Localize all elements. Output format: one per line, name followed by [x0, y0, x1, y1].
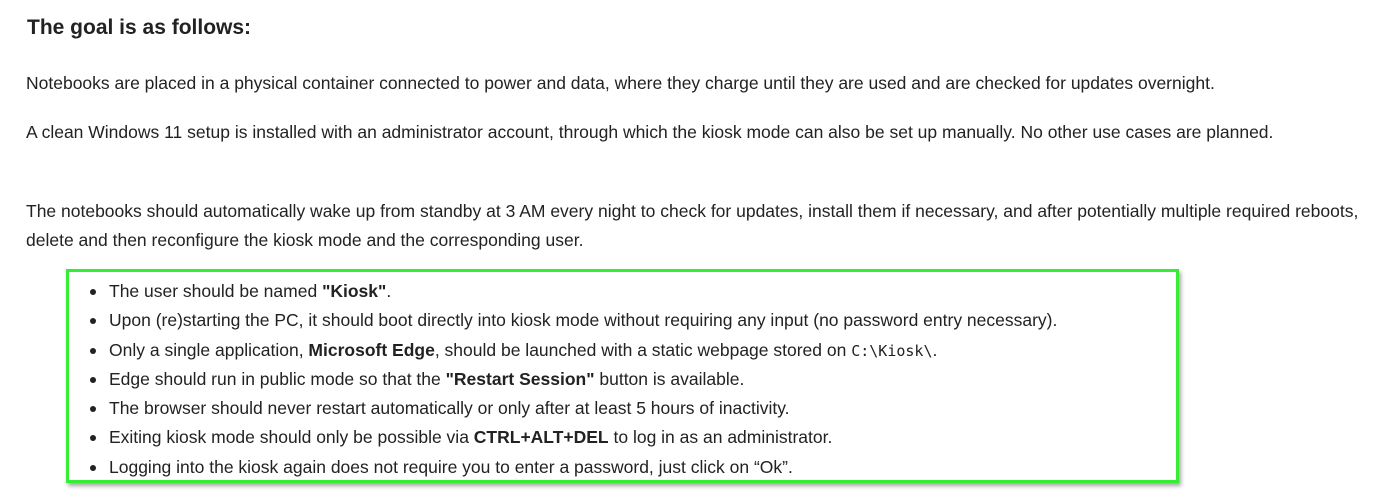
paragraph-windows-setup: A clean Windows 11 setup is installed wi…: [26, 122, 1274, 142]
bullet-icon: [90, 464, 96, 471]
requirement-text: The user should be named: [109, 281, 323, 301]
requirement-text: .: [386, 281, 392, 301]
paragraph-container-setup: Notebooks are placed in a physical conta…: [26, 73, 1215, 93]
requirement-path-code: C:\Kiosk\: [851, 341, 933, 360]
bullet-icon: [90, 318, 96, 325]
requirement-autoboot: Upon (re)starting the PC, it should boot…: [69, 306, 1057, 335]
requirement-user-name: The user should be named "Kiosk".: [69, 277, 1057, 306]
bullet-icon: [90, 289, 96, 295]
paragraph-nightly-updates: The notebooks should automatically wake …: [26, 201, 1359, 250]
requirement-text: button is available.: [594, 368, 745, 389]
requirement-exit-kiosk: Exiting kiosk mode should only be possib…: [69, 423, 1057, 452]
requirement-text: .: [932, 339, 938, 360]
article-content: The goal is as follows: Notebooks are pl…: [0, 0, 1383, 490]
section-heading: The goal is as follows:: [27, 16, 252, 39]
requirement-emphasis: "Kiosk": [322, 281, 387, 301]
requirement-browser-restart: The browser should never restart automat…: [69, 394, 1057, 423]
bullet-icon: [90, 376, 96, 383]
requirement-text: to log in as an administrator.: [608, 427, 833, 448]
requirement-text: Upon (re)starting the PC, it should boot…: [109, 310, 1058, 331]
requirement-emphasis: CTRL+ALT+DEL: [473, 427, 609, 448]
requirement-single-app: Only a single application, Microsoft Edg…: [69, 336, 1057, 365]
requirements-highlight-box: The user should be named "Kiosk". Upon (…: [66, 269, 1179, 483]
requirement-text: Edge should run in public mode so that t…: [109, 368, 446, 389]
requirement-text: Exiting kiosk mode should only be possib…: [109, 427, 474, 448]
requirement-text: The browser should never restart automat…: [109, 398, 790, 419]
bullet-icon: [90, 347, 96, 354]
bullet-icon: [90, 435, 96, 442]
requirement-text: Logging into the kiosk again does not re…: [109, 456, 793, 477]
requirement-public-mode: Edge should run in public mode so that t…: [69, 365, 1057, 394]
requirements-list: The user should be named "Kiosk". Upon (…: [69, 277, 1057, 482]
requirement-text: Only a single application,: [109, 339, 309, 360]
requirement-login-no-password: Logging into the kiosk again does not re…: [69, 453, 1057, 482]
bullet-icon: [90, 406, 96, 413]
requirement-text: , should be launched with a static webpa…: [434, 339, 852, 360]
requirement-emphasis: "Restart Session": [445, 368, 595, 389]
requirement-emphasis: Microsoft Edge: [308, 339, 435, 360]
